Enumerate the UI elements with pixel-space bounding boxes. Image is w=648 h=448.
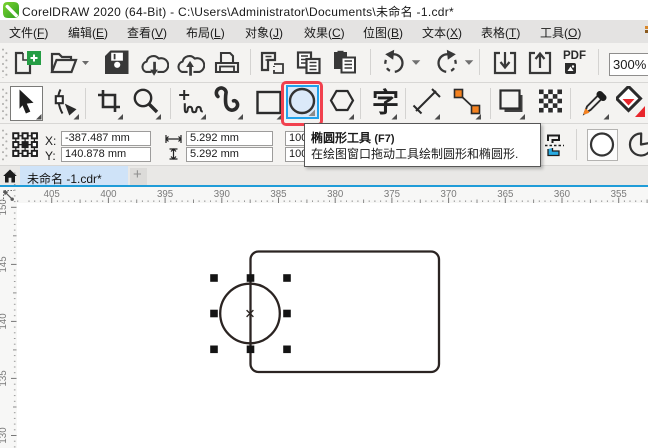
svg-text:字: 字 bbox=[372, 87, 399, 118]
